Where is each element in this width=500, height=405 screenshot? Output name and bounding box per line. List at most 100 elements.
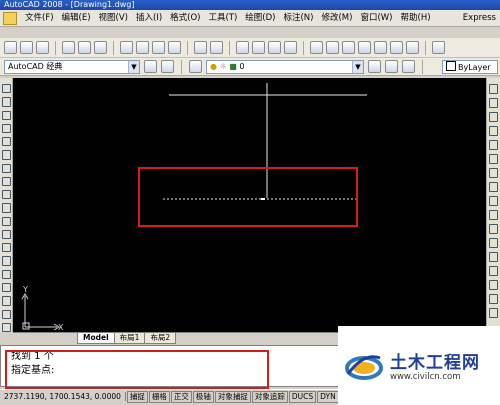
markup-icon[interactable] (374, 41, 387, 54)
offset-icon[interactable] (489, 126, 498, 136)
design-center-icon[interactable] (326, 41, 339, 54)
print-preview-icon[interactable] (78, 41, 91, 54)
menu-modify[interactable]: 修改(M) (317, 10, 356, 27)
publish-icon[interactable] (94, 41, 107, 54)
site-watermark: 土木工程网 www.civilcn.com (338, 326, 500, 405)
otrack-toggle[interactable]: 对象追踪 (251, 390, 288, 403)
menu-draw[interactable]: 绘图(D) (241, 10, 279, 27)
app-menu-icon[interactable] (3, 11, 17, 25)
new-file-icon[interactable] (4, 41, 17, 54)
menu-view[interactable]: 视图(V) (95, 10, 132, 27)
revision-cloud-icon[interactable] (1, 176, 11, 187)
array-icon[interactable] (489, 140, 498, 150)
workspace-save-icon[interactable] (161, 60, 174, 73)
break-at-point-icon[interactable] (489, 238, 498, 248)
zoom-window-icon[interactable] (268, 41, 281, 54)
layer-manager-icon[interactable] (189, 60, 202, 73)
save-icon[interactable] (36, 41, 49, 54)
sheet-set-icon[interactable] (358, 41, 371, 54)
osnap-toggle[interactable]: 对象捕捉 (214, 390, 251, 403)
scale-icon[interactable] (489, 182, 498, 192)
coordinate-readout[interactable]: 2737.1190, 1700.1543, 0.0000 (0, 392, 126, 401)
move-icon[interactable] (489, 154, 498, 164)
properties-icon[interactable] (310, 41, 323, 54)
calculator-icon[interactable] (390, 41, 403, 54)
zoom-realtime-icon[interactable] (252, 41, 265, 54)
mirror-icon[interactable] (489, 112, 498, 122)
tool-palettes-icon[interactable] (342, 41, 355, 54)
pan-icon[interactable] (236, 41, 249, 54)
menu-dimension[interactable]: 标注(N) (279, 10, 317, 27)
menu-format[interactable]: 格式(O) (166, 10, 204, 27)
zoom-previous-icon[interactable] (284, 41, 297, 54)
line-icon[interactable] (1, 84, 11, 94)
dyn-toggle[interactable]: DYN (317, 390, 339, 403)
trim-icon[interactable] (489, 210, 498, 220)
rectangle-icon[interactable] (1, 137, 11, 147)
stretch-icon[interactable] (489, 196, 498, 206)
ellipse-arc-icon[interactable] (1, 216, 11, 226)
circle-icon[interactable] (1, 163, 11, 173)
help-icon[interactable] (406, 41, 419, 54)
toolbar-divider (113, 40, 114, 55)
ducs-toggle[interactable]: DUCS (288, 390, 317, 403)
chamfer-icon[interactable] (489, 280, 498, 290)
make-current-layer-icon[interactable] (368, 60, 381, 73)
menu-express[interactable]: Express (459, 10, 500, 27)
layer-select[interactable]: ● ☼ ■ 0 ▼ (206, 59, 364, 74)
tab-model[interactable]: Model (77, 333, 115, 344)
ellipse-icon[interactable] (1, 203, 11, 213)
menu-window[interactable]: 窗口(W) (356, 10, 396, 27)
open-file-icon[interactable] (20, 41, 33, 54)
watermark-logo-icon (345, 355, 383, 380)
print-icon[interactable] (62, 41, 75, 54)
menu-insert[interactable]: 插入(I) (132, 10, 166, 27)
join-icon[interactable] (489, 266, 498, 276)
construction-line-icon[interactable] (1, 97, 11, 107)
polygon-icon[interactable] (1, 123, 11, 134)
tab-layout1[interactable]: 布局1 (113, 333, 146, 344)
rotate-icon[interactable] (489, 168, 498, 178)
extend-icon[interactable] (489, 224, 498, 234)
snap-toggle[interactable]: 捕捉 (126, 390, 148, 403)
paste-icon[interactable] (152, 41, 165, 54)
layer-previous-icon[interactable] (385, 60, 398, 73)
match-properties-icon[interactable] (168, 41, 181, 54)
multiline-text-icon[interactable] (1, 322, 11, 333)
spline-icon[interactable] (1, 190, 11, 200)
ortho-toggle[interactable]: 正交 (170, 390, 192, 403)
gradient-icon[interactable] (1, 282, 11, 293)
make-block-icon[interactable] (1, 243, 11, 253)
menu-help[interactable]: 帮助(H) (397, 10, 435, 27)
copy-icon[interactable] (136, 41, 149, 54)
layer-match-icon[interactable] (402, 60, 415, 73)
menu-tools[interactable]: 工具(T) (204, 10, 241, 27)
menu-edit[interactable]: 编辑(E) (58, 10, 95, 27)
undo-icon[interactable] (194, 41, 207, 54)
redo-icon[interactable] (210, 41, 223, 54)
polyline-icon[interactable] (1, 110, 11, 120)
menu-file[interactable]: 文件(F) (21, 10, 58, 27)
workspace-select[interactable]: AutoCAD 经典 ▼ (4, 59, 140, 74)
cut-icon[interactable] (120, 41, 133, 54)
chevron-down-icon[interactable]: ▼ (352, 60, 363, 73)
hatch-icon[interactable] (1, 269, 11, 279)
copy-object-icon[interactable] (489, 98, 498, 108)
break-icon[interactable] (489, 252, 498, 262)
fillet-icon[interactable] (489, 294, 498, 304)
erase-icon[interactable] (489, 84, 498, 94)
linetype-select[interactable]: ByLayer (442, 59, 498, 74)
tab-layout2[interactable]: 布局2 (144, 333, 177, 344)
table-icon[interactable] (1, 309, 11, 319)
workspace-settings-icon[interactable] (144, 60, 157, 73)
insert-block-icon[interactable] (1, 229, 11, 240)
ucs-icon: Y X (21, 285, 64, 332)
grid-toggle[interactable]: 栅格 (148, 390, 170, 403)
point-icon[interactable] (1, 256, 11, 266)
text-style-icon[interactable] (432, 41, 445, 54)
arc-icon[interactable] (1, 150, 11, 160)
region-icon[interactable] (1, 296, 11, 306)
explode-icon[interactable] (489, 308, 498, 318)
chevron-down-icon[interactable]: ▼ (128, 60, 139, 73)
polar-toggle[interactable]: 极轴 (192, 390, 214, 403)
